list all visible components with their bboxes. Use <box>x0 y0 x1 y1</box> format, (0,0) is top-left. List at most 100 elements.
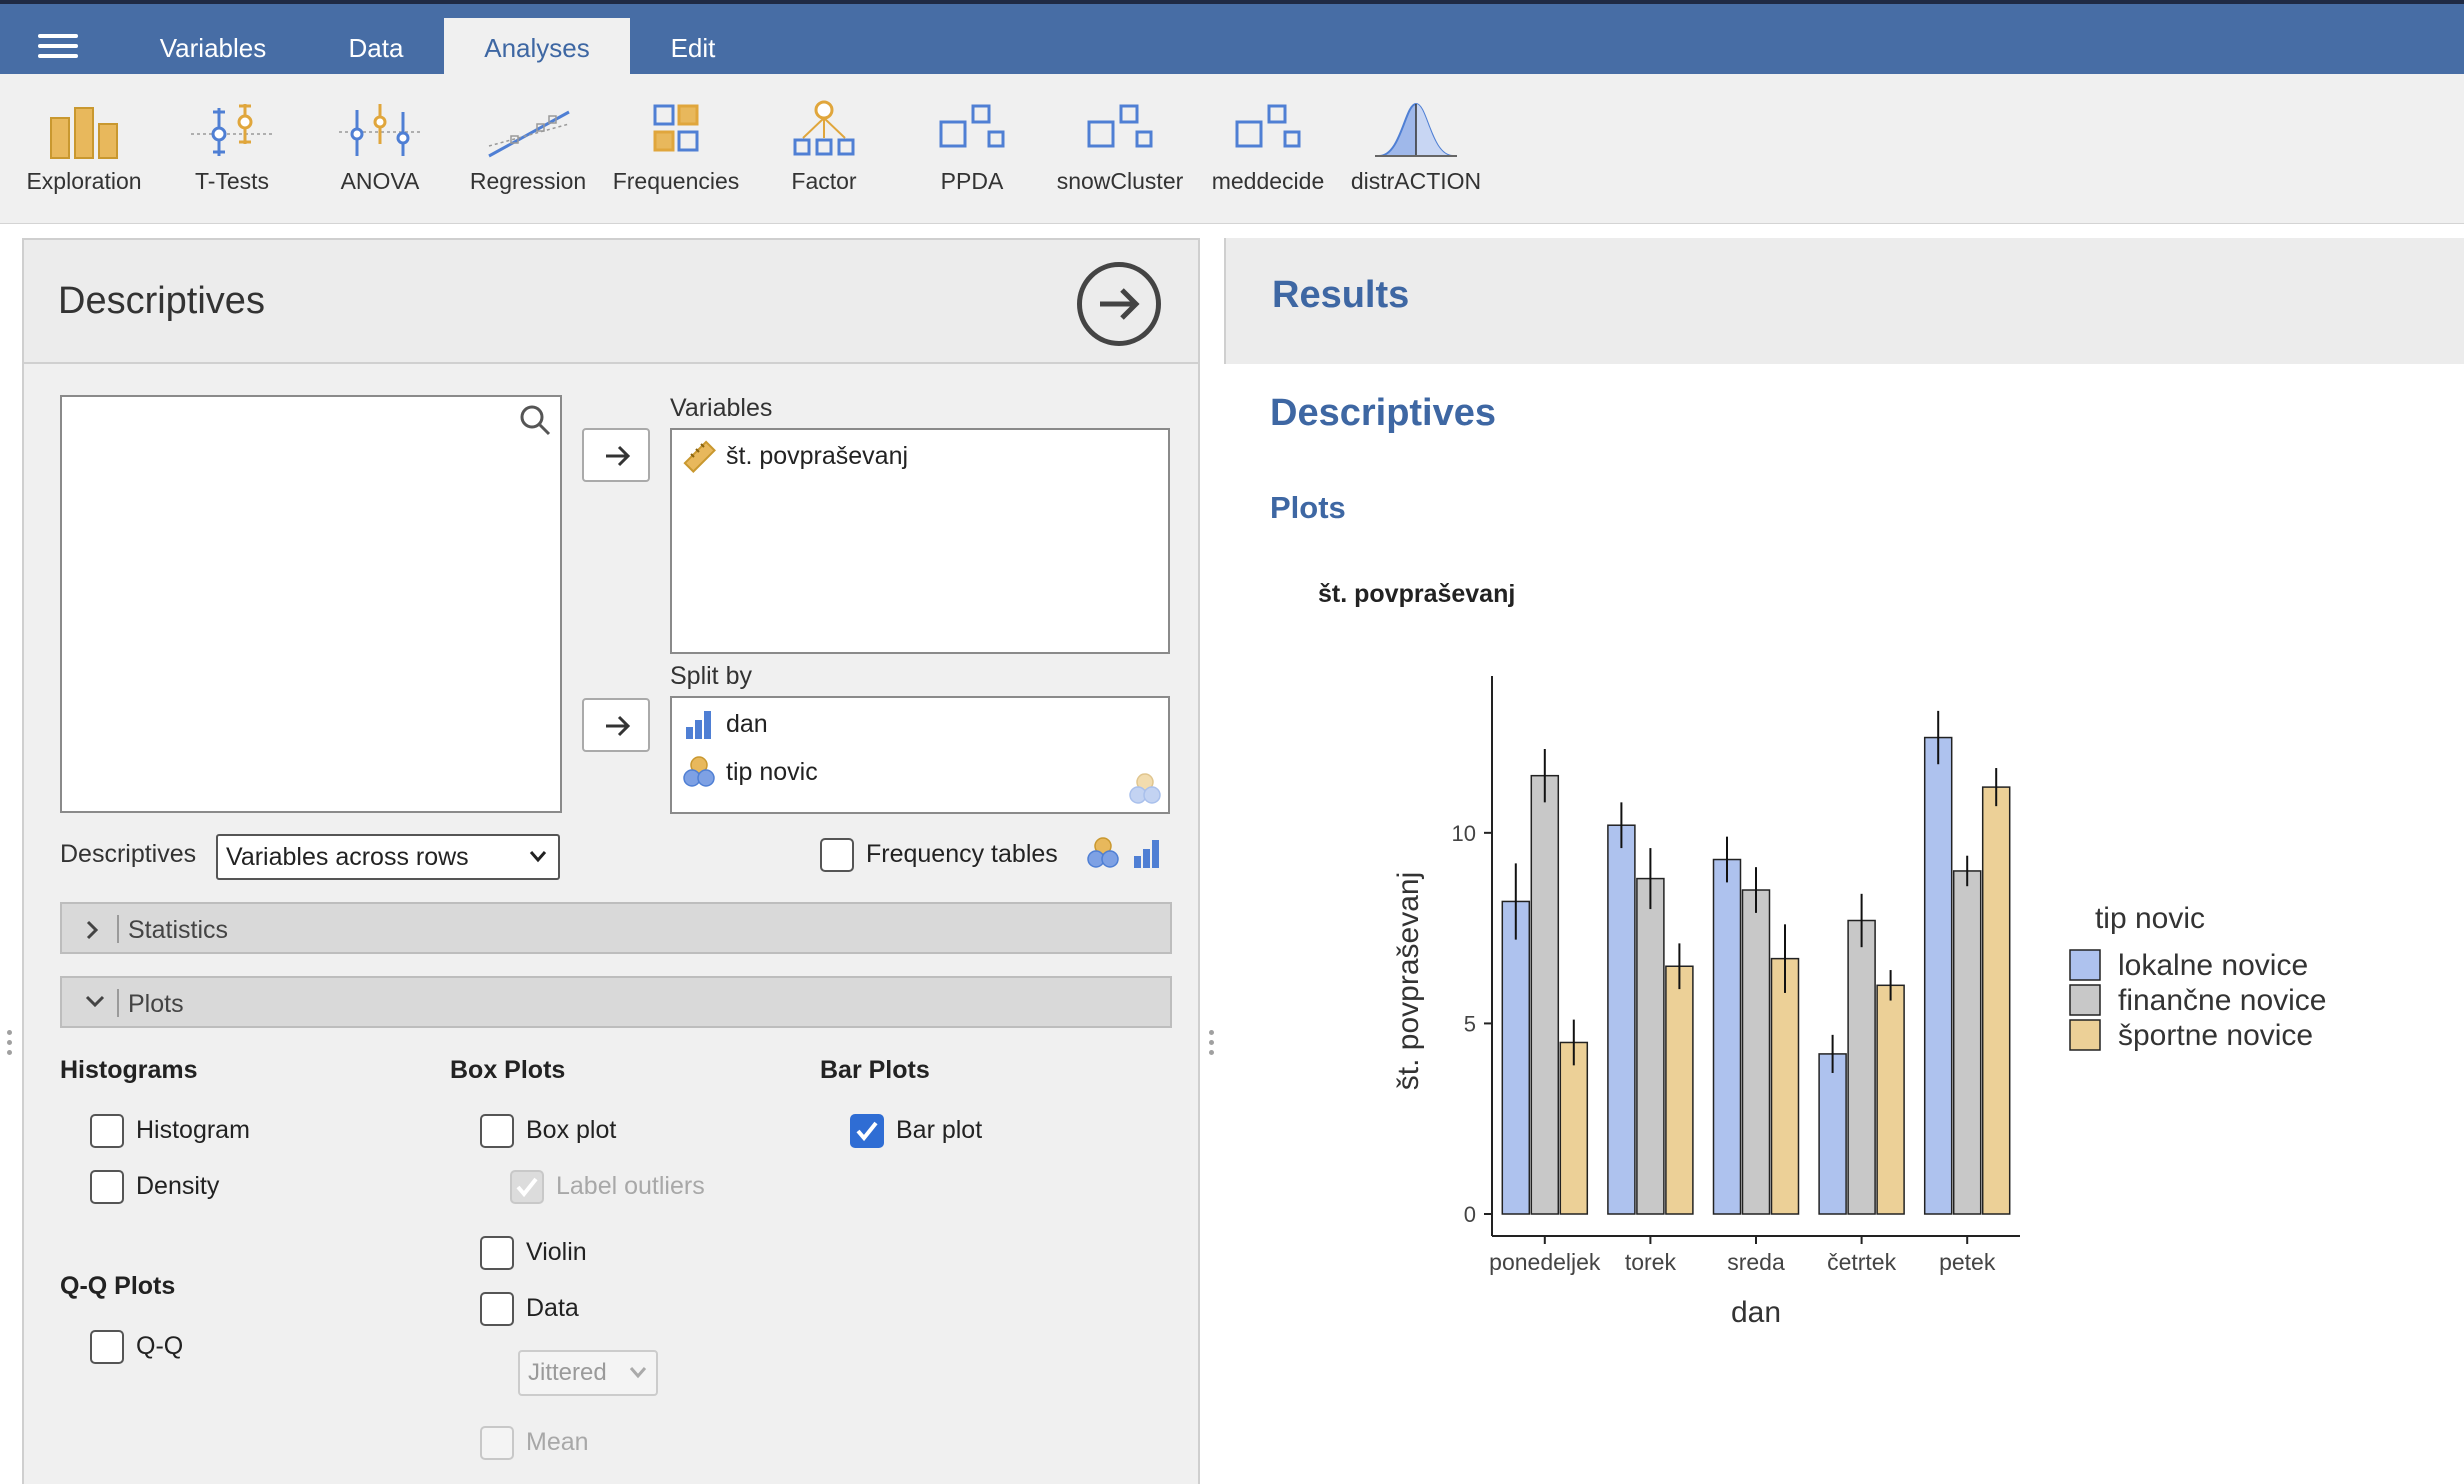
meddecide-label: meddecide <box>1211 168 1325 194</box>
t-tests-icon <box>191 104 273 156</box>
qq-checkbox[interactable] <box>90 1330 124 1364</box>
x-tick-label: torek <box>1625 1249 1677 1275</box>
results-panel: Results Descriptives Plots št. povprašev… <box>1224 238 2464 1484</box>
bar-plot-checkbox[interactable] <box>850 1114 884 1148</box>
splitby-name: tip novic <box>726 757 818 786</box>
meddecide-button[interactable]: meddecide <box>1193 98 1343 218</box>
bar <box>1981 786 2011 1215</box>
checkmark-icon <box>516 1177 538 1198</box>
plots-section-label: Plots <box>128 990 184 1018</box>
box-plot-label: Box plot <box>526 1116 617 1144</box>
distraction-button[interactable]: distrACTION <box>1341 98 1491 218</box>
tab-variables[interactable]: Variables <box>140 18 286 78</box>
anova-button[interactable]: ANOVA <box>305 98 455 218</box>
panel-resize-handle[interactable] <box>1209 1030 1215 1060</box>
frequencies-button[interactable]: Frequencies <box>601 98 751 218</box>
histogram-checkbox[interactable] <box>90 1114 124 1148</box>
x-axis-title: dan <box>1731 1296 1781 1329</box>
ppda-icon <box>939 104 1005 148</box>
plots-section-toggle[interactable]: Plots <box>60 976 1172 1028</box>
violin-label: Violin <box>526 1238 587 1266</box>
arrow-right-circle-icon <box>1100 288 1140 320</box>
chevron-right-icon <box>86 920 99 940</box>
bar <box>1923 736 1953 1215</box>
y-tick-label: 0 <box>1464 1202 1476 1227</box>
continuous-ruler-icon <box>683 440 716 473</box>
meddecide-icon <box>1235 104 1301 148</box>
distraction-label: distrACTION <box>1350 168 1482 194</box>
variable-item[interactable]: št. povpraševanj <box>682 438 908 474</box>
ppda-button[interactable]: PPDA <box>897 98 1047 218</box>
bar <box>1665 965 1694 1215</box>
factor-label: Factor <box>791 168 857 194</box>
t-tests-button[interactable]: T-Tests <box>157 98 307 218</box>
tab-edit[interactable]: Edit <box>644 18 742 78</box>
move-to-splitby-button[interactable] <box>582 698 650 752</box>
tab-data[interactable]: Data <box>312 18 440 78</box>
frequency-tables-checkbox[interactable] <box>820 838 854 872</box>
mean-label: Mean <box>526 1428 589 1456</box>
factor-icon <box>793 100 855 156</box>
chevron-down-icon <box>85 995 105 1008</box>
data-label: Data <box>526 1294 579 1322</box>
close-options-button[interactable] <box>1077 262 1161 346</box>
density-checkbox[interactable] <box>90 1170 124 1204</box>
bar <box>1770 957 1800 1215</box>
tab-analyses[interactable]: Analyses <box>444 18 630 78</box>
variables-target-list[interactable]: št. povpraševanj <box>670 428 1170 654</box>
bar-plot-label: Bar plot <box>896 1116 983 1144</box>
bar <box>1818 1053 1847 1215</box>
y-axis-title: št. povpraševanj <box>1392 872 1425 1090</box>
data-type-select: Jittered <box>518 1350 658 1396</box>
label-outliers-label: Label outliers <box>556 1172 705 1200</box>
frequencies-label: Frequencies <box>612 168 740 194</box>
frequency-tables-label: Frequency tables <box>866 840 1058 868</box>
bar <box>1607 824 1636 1215</box>
y-tick-label: 5 <box>1464 1011 1476 1036</box>
nominal-circles-icon <box>683 756 715 787</box>
box-plot-checkbox[interactable] <box>480 1114 514 1148</box>
mean-checkbox <box>480 1426 514 1460</box>
descriptives-layout-select[interactable]: Variables across rows <box>216 834 560 880</box>
search-icon[interactable] <box>518 403 552 437</box>
splitby-name: dan <box>726 709 768 738</box>
data-type-value: Jittered <box>528 1359 607 1386</box>
histograms-heading: Histograms <box>60 1056 198 1084</box>
legend-label: športne novice <box>2118 1019 2313 1052</box>
bar <box>1501 900 1531 1215</box>
bar-chart: 0 5 10 ponedeljek torek sreda četrtek petek dan š… <box>1392 676 2326 1329</box>
move-to-variables-button[interactable] <box>582 428 650 482</box>
left-resize-handle[interactable] <box>7 1030 13 1060</box>
y-tick-label: 10 <box>1452 821 1476 846</box>
splitby-label: Split by <box>670 662 752 690</box>
x-tick-label: petek <box>1939 1249 1996 1275</box>
data-checkbox[interactable] <box>480 1292 514 1326</box>
legend-swatch <box>2069 1019 2101 1051</box>
variable-name: št. povpraševanj <box>726 441 909 470</box>
regression-label: Regression <box>469 168 587 194</box>
available-variables-list[interactable] <box>60 395 562 813</box>
bar <box>1741 889 1771 1215</box>
snowcluster-button[interactable]: snowCluster <box>1045 98 1195 218</box>
legend-title: tip novic <box>2095 902 2205 935</box>
regression-icon <box>488 110 570 158</box>
options-header: Descriptives <box>24 240 1198 364</box>
hamburger-menu-icon[interactable] <box>38 34 78 60</box>
bar <box>1876 984 1905 1215</box>
arrow-right-icon <box>606 715 631 737</box>
statistics-section-toggle[interactable]: Statistics <box>60 902 1172 954</box>
density-label: Density <box>136 1172 220 1200</box>
distraction-icon <box>1375 102 1457 157</box>
legend-label: finančne novice <box>2118 984 2326 1017</box>
bar <box>1847 919 1876 1215</box>
bar <box>1530 774 1560 1215</box>
splitby-target-list[interactable]: dan tip novic <box>670 696 1170 814</box>
exploration-button[interactable]: Exploration <box>9 98 159 218</box>
exploration-label: Exploration <box>26 168 142 194</box>
qq-plots-heading: Q-Q Plots <box>60 1272 176 1300</box>
factor-button[interactable]: Factor <box>749 98 899 218</box>
splitby-item-tip-novic[interactable]: tip novic <box>682 754 818 790</box>
violin-checkbox[interactable] <box>480 1236 514 1270</box>
splitby-item-dan[interactable]: dan <box>682 706 768 742</box>
regression-button[interactable]: Regression <box>453 98 603 218</box>
